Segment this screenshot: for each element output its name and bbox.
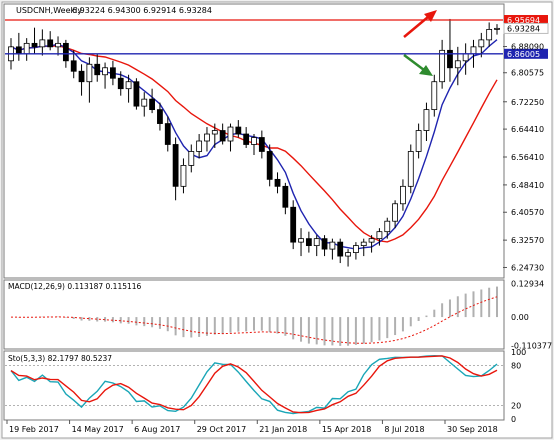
x-tick-label: 14 May 2017 <box>72 425 124 434</box>
ohlc-header: 6.93224 6.94300 6.92914 6.93284 <box>72 6 212 15</box>
candle-body <box>62 42 69 62</box>
candle-body <box>164 123 171 145</box>
x-tick-label: 6 Aug 2017 <box>134 425 180 434</box>
stoch-tick-label: 80 <box>511 361 521 370</box>
candle-body <box>321 238 328 250</box>
candle-body <box>298 238 304 243</box>
candle-body <box>360 241 367 247</box>
candle-body <box>141 98 148 107</box>
candle-body <box>219 130 226 142</box>
candle-body <box>274 178 281 187</box>
candle-body <box>23 42 30 55</box>
candle-body <box>133 81 140 107</box>
candle-body <box>149 98 155 111</box>
candle-body <box>78 70 85 83</box>
candle-body <box>478 39 485 48</box>
price-tick-label: 6.88090 <box>511 43 544 52</box>
x-tick-label: 8 Jul 2018 <box>384 425 424 434</box>
chart: 6.95694 6.86005 6.93284 6.88090 6.80575 6.72… <box>0 0 554 440</box>
candle-body <box>415 130 422 152</box>
candle-body <box>70 60 77 72</box>
candle-body <box>439 49 446 83</box>
candle-body <box>447 49 453 69</box>
candle-body <box>243 133 250 145</box>
candle-body <box>125 81 132 90</box>
candle-body <box>313 238 320 247</box>
stoch-tick-label: 20 <box>511 402 521 411</box>
candle-body <box>235 126 242 135</box>
candle-body <box>407 151 414 187</box>
stoch-label: Sto(5,3,3) 82.1797 80.5237 <box>8 354 112 363</box>
candle-body <box>494 27 500 30</box>
candle-body <box>55 42 61 48</box>
x-tick-label: 30 Sep 2018 <box>447 425 498 434</box>
candle-body <box>31 42 38 48</box>
candle-body <box>39 39 46 48</box>
x-tick-label: 15 Apr 2018 <box>322 425 371 434</box>
candle-body <box>462 53 469 62</box>
candle-body <box>337 241 344 257</box>
price-tick-label: 6.32570 <box>511 236 544 245</box>
candle-body <box>329 241 336 250</box>
candle-body <box>423 109 430 131</box>
candle-body <box>227 126 234 142</box>
stoch-tick-label: 0 <box>511 415 516 424</box>
candle-body <box>392 203 398 222</box>
candle-body <box>251 137 257 145</box>
candle-body <box>384 220 391 233</box>
candle-body <box>400 185 406 205</box>
candle-body <box>431 81 438 111</box>
candle-body <box>454 60 461 69</box>
price-tick-label: 6.64410 <box>511 125 544 134</box>
candle-body <box>188 151 195 166</box>
candle-body <box>470 46 477 55</box>
candle-body <box>266 151 273 180</box>
price-tick-label: 6.40570 <box>511 208 544 217</box>
candle-body <box>196 140 203 152</box>
candle-body <box>258 137 265 152</box>
chart-svg: 6.956946.860056.93284 6.880906.805756.72… <box>0 0 554 440</box>
candle-body <box>204 133 210 142</box>
candle-body <box>211 130 218 135</box>
current-price-label: 6.93284 <box>507 24 540 33</box>
candle-body <box>94 63 101 76</box>
price-tick-label: 6.48410 <box>511 181 544 190</box>
macd-tick-label: 0.00 <box>511 313 529 322</box>
candle-body <box>282 185 289 208</box>
candle-body <box>345 252 351 257</box>
candle-body <box>172 144 179 187</box>
candle-body <box>376 231 383 240</box>
candle-body <box>110 67 116 79</box>
candle-body <box>86 63 93 83</box>
candle-body <box>157 109 163 124</box>
candle-body <box>180 165 187 187</box>
candle-body <box>305 238 312 247</box>
price-tick-label: 6.56410 <box>511 153 544 162</box>
candle-body <box>486 29 493 41</box>
price-tick-label: 6.24730 <box>511 263 544 272</box>
price-tick-label: 6.72250 <box>511 98 544 107</box>
macd-label: MACD(12,26,9) 0.113187 0.115116 <box>8 282 142 291</box>
candle-body <box>102 67 108 76</box>
x-tick-label: 21 Jan 2018 <box>259 425 307 434</box>
candle-body <box>290 206 297 243</box>
x-tick-label: 19 Feb 2017 <box>9 425 59 434</box>
candle-body <box>15 46 22 55</box>
price-tick-label: 6.80575 <box>511 69 544 78</box>
x-tick-label: 29 Oct 2017 <box>197 425 246 434</box>
candle-body <box>353 245 359 253</box>
stoch-tick-label: 100 <box>511 348 526 357</box>
candle-body <box>368 238 375 243</box>
macd-tick-label: 0.12934 <box>511 280 544 289</box>
candle-body <box>47 39 54 48</box>
candle-body <box>117 77 124 90</box>
